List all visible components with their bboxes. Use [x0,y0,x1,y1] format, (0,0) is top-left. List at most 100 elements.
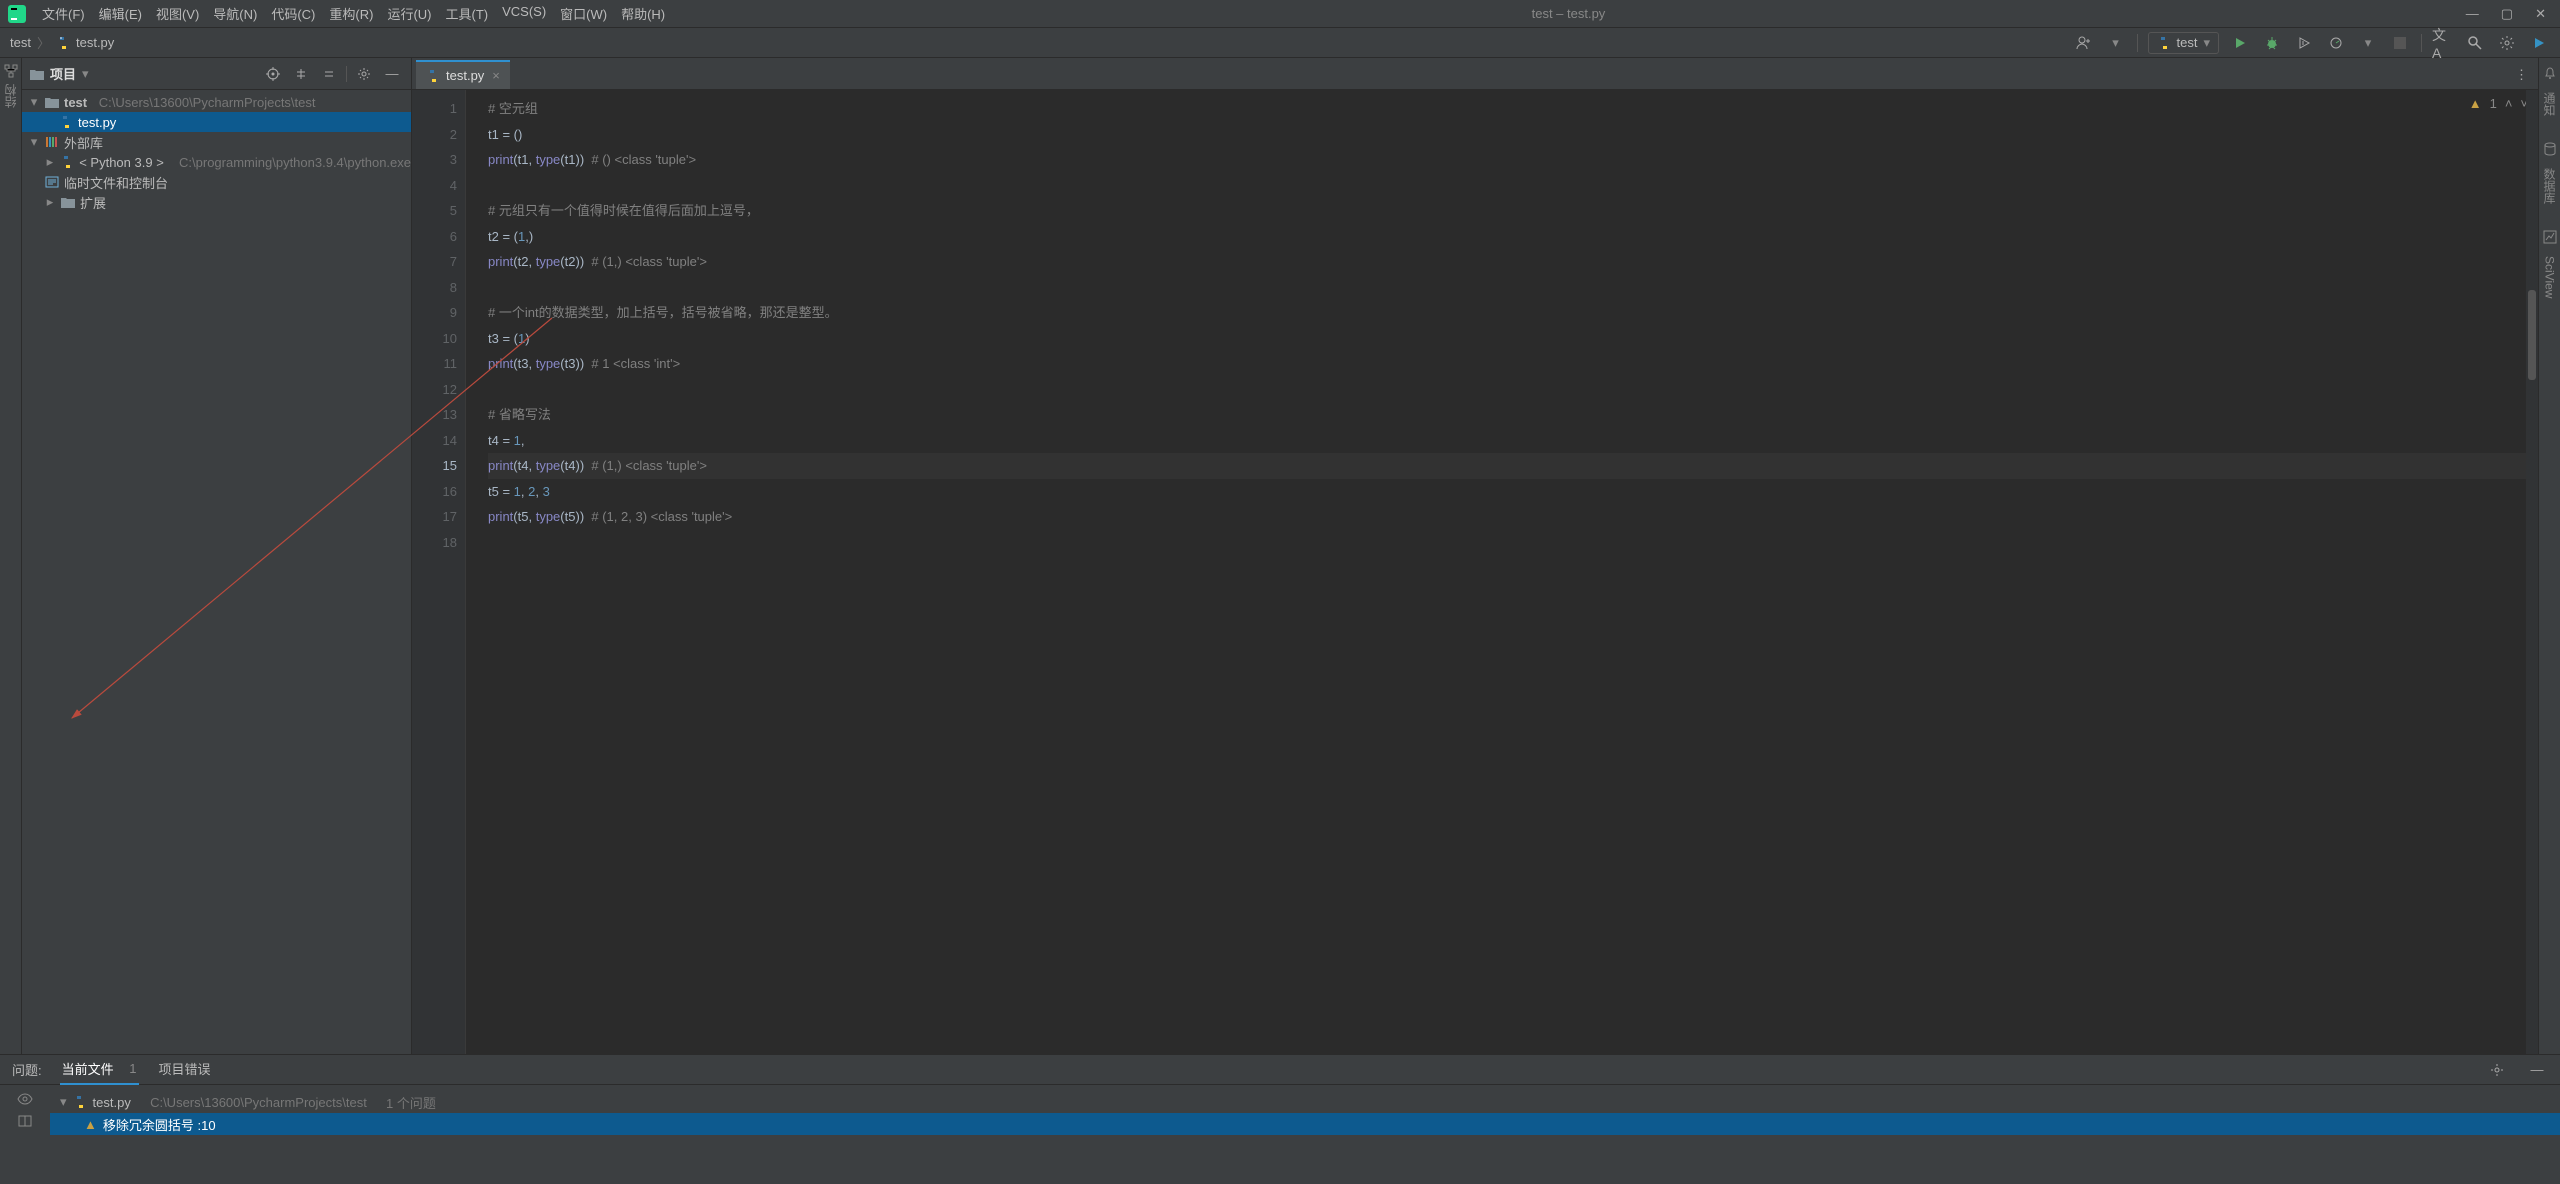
problems-file-row[interactable]: ▾ test.py C:\Users\13600\PycharmProjects… [50,1091,2560,1113]
tree-python-env[interactable]: ▸ < Python 3.9 > C:\programming\python3.… [22,152,411,172]
inspection-widget[interactable]: ▲ 1 ˄ ˅ [2469,96,2528,111]
tree-ext-lib[interactable]: ▾ 外部库 [22,132,411,152]
coverage-button[interactable] [2293,32,2315,54]
menu-item[interactable]: 文件(F) [36,1,91,26]
menu-item[interactable]: 编辑(E) [93,1,148,26]
menu-item[interactable]: 视图(V) [150,1,205,26]
add-user-icon[interactable] [2073,32,2095,54]
breadcrumb-file[interactable]: test.py [76,35,114,50]
database-icon[interactable] [2543,142,2557,156]
menu-item[interactable]: 工具(T) [439,1,494,26]
code-content[interactable]: # 空元组t1 = ()print(t1, type(t1)) # () <cl… [466,90,2538,1054]
attach-button[interactable]: ▾ [2357,32,2379,54]
breadcrumb-root[interactable]: test [10,35,31,50]
tree-root-path: C:\Users\13600\PycharmProjects\test [99,95,316,110]
menu-item[interactable]: 窗口(W) [554,1,613,26]
problems-file-path: C:\Users\13600\PycharmProjects\test [150,1095,367,1110]
app-logo-icon [8,5,26,23]
warning-icon: ▲ [84,1117,97,1132]
eye-icon[interactable] [17,1093,33,1105]
scrollbar-thumb[interactable] [2528,290,2536,380]
translate-icon[interactable]: 文A [2432,32,2454,54]
scratch-icon [44,176,60,188]
python-file-icon [73,1095,87,1109]
layout-icon[interactable] [18,1115,32,1127]
tree-root[interactable]: ▾ test C:\Users\13600\PycharmProjects\te… [22,92,411,112]
tree-scratch-label: 临时文件和控制台 [64,173,168,192]
problems-tab-current[interactable]: 当前文件 1 [60,1054,139,1085]
problems-panel: 问题: 当前文件 1 项目错误 — ▾ test.py C:\Users\136… [0,1054,2560,1184]
run-config-selector[interactable]: test ▾ [2148,32,2220,54]
line-gutter: 123456789101112131415161718 [412,90,466,1054]
python-file-icon [58,115,74,129]
title-bar: 文件(F)编辑(E)视图(V)导航(N)代码(C)重构(R)运行(U)工具(T)… [0,0,2560,28]
menu-item[interactable]: 运行(U) [381,1,437,26]
dropdown-icon: ▾ [2203,35,2210,51]
close-button[interactable]: ✕ [2535,6,2546,22]
breadcrumbs: test 〉 test.py [10,33,114,52]
chevron-down-icon[interactable]: ▾ [2105,32,2127,54]
sciview-label[interactable]: SciView [2543,256,2557,298]
menu-item[interactable]: VCS(S) [496,1,552,26]
settings-icon[interactable] [2496,32,2518,54]
left-tool-stripe: 结构 [0,58,22,1054]
minimize-panel-icon[interactable]: — [381,63,403,85]
code-editor[interactable]: 123456789101112131415161718 # 空元组t1 = ()… [412,90,2538,1054]
right-tool-stripe: 通知 数据库 SciView [2538,58,2560,1054]
notifications-label[interactable]: 通知 [2541,92,2558,116]
problems-toolbar [0,1085,50,1184]
minimize-button[interactable]: — [2466,6,2479,22]
gear-icon[interactable] [2486,1059,2508,1081]
expand-all-icon[interactable] [290,63,312,85]
python-icon [2157,36,2171,50]
problems-tab-project[interactable]: 项目错误 [157,1054,213,1085]
problems-header: 问题: 当前文件 1 项目错误 — [0,1055,2560,1085]
dropdown-icon[interactable]: ▾ [82,66,89,82]
structure-tool-icon[interactable] [4,64,18,78]
structure-label[interactable]: 结构 [2,84,19,108]
editor-tab[interactable]: test.py × [416,60,510,89]
run-anything-icon[interactable] [2528,32,2550,54]
bell-icon[interactable] [2543,66,2557,80]
tree-extensions[interactable]: ▸ 扩展 [22,192,411,212]
tree-file[interactable]: test.py [22,112,411,132]
editor-area: test.py × ⋮ 123456789101112131415161718 … [412,58,2538,1054]
gear-icon[interactable] [353,63,375,85]
database-label[interactable]: 数据库 [2541,168,2558,204]
main-area: 结构 项目 ▾ — ▾ test C:\Users\13600\PycharmP… [0,58,2560,1054]
menu-item[interactable]: 导航(N) [207,1,263,26]
project-panel: 项目 ▾ — ▾ test C:\Users\13600\PycharmProj… [22,58,412,1054]
locate-icon[interactable] [262,63,284,85]
problems-tab-current-label: 当前文件 [62,1059,114,1078]
problems-body: ▾ test.py C:\Users\13600\PycharmProjects… [0,1085,2560,1184]
folder-icon [60,196,76,208]
search-icon[interactable] [2464,32,2486,54]
close-tab-icon[interactable]: × [492,68,500,83]
navigation-bar: test 〉 test.py ▾ test ▾ ▾ 文A [0,28,2560,58]
more-tabs-icon[interactable]: ⋮ [2505,61,2538,89]
problems-issue-row[interactable]: ▲ 移除冗余圆括号 :10 [50,1113,2560,1135]
profile-button[interactable] [2325,32,2347,54]
maximize-button[interactable]: ▢ [2501,6,2513,22]
separator [2137,34,2138,52]
hide-panel-icon[interactable]: — [2526,1059,2548,1081]
run-button[interactable] [2229,32,2251,54]
editor-scrollbar[interactable] [2526,90,2538,1054]
separator [346,66,347,82]
collapse-all-icon[interactable] [318,63,340,85]
tree-scratch[interactable]: 临时文件和控制台 [22,172,411,192]
problems-list[interactable]: ▾ test.py C:\Users\13600\PycharmProjects… [50,1085,2560,1184]
problems-issue-text: 移除冗余圆括号 :10 [103,1115,216,1134]
debug-button[interactable] [2261,32,2283,54]
menu-item[interactable]: 代码(C) [265,1,321,26]
project-tree[interactable]: ▾ test C:\Users\13600\PycharmProjects\te… [22,90,411,1054]
chevron-right-icon: ▸ [44,194,56,210]
sciview-icon[interactable] [2543,230,2557,244]
library-icon [44,136,60,148]
python-file-icon [56,36,70,50]
menu-item[interactable]: 帮助(H) [615,1,671,26]
run-config-name: test [2177,35,2198,50]
stop-button[interactable] [2389,32,2411,54]
prev-highlight-icon[interactable]: ˄ [2505,96,2513,111]
menu-item[interactable]: 重构(R) [323,1,379,26]
